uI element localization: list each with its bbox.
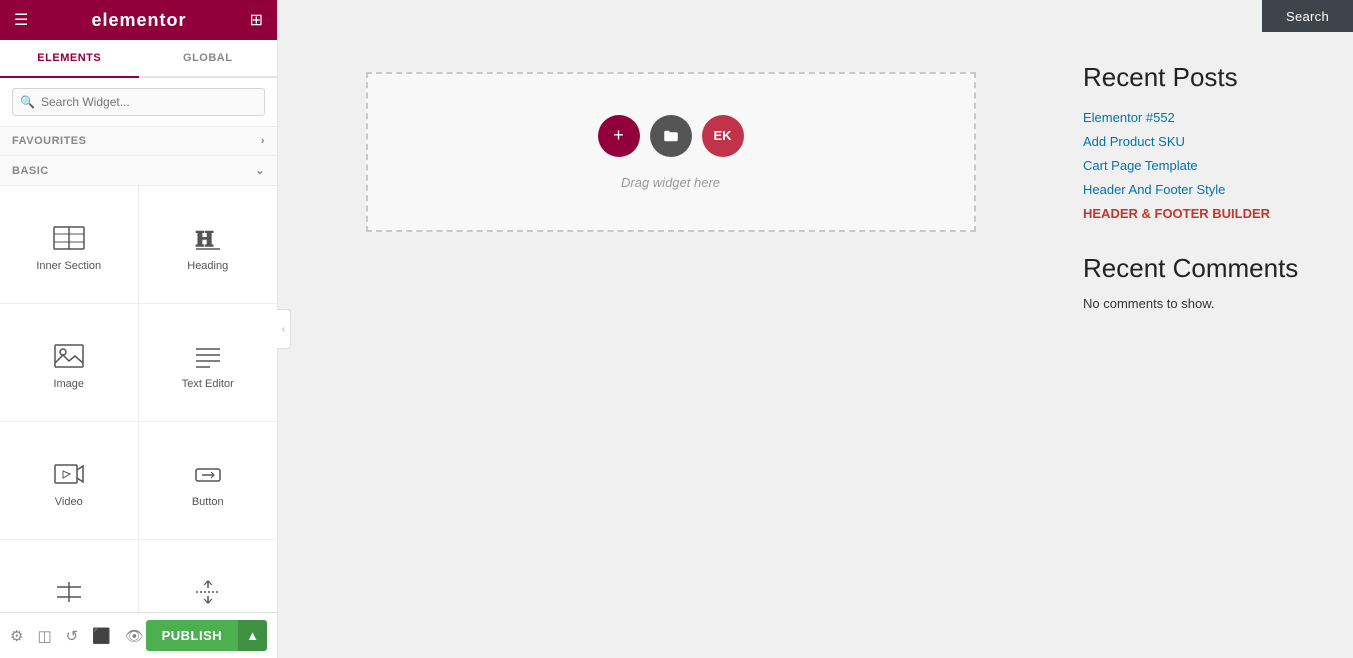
list-item: Cart Page Template (1083, 157, 1333, 175)
tab-elements[interactable]: ELEMENTS (0, 40, 139, 78)
widget-button[interactable]: Button (139, 422, 278, 540)
spacer-icon (190, 578, 226, 606)
recent-posts-list: Elementor #552 Add Product SKU Cart Page… (1083, 109, 1333, 223)
widgets-grid: Inner Section H Heading Image (0, 186, 277, 658)
recent-posts-title: Recent Posts (1083, 62, 1333, 93)
recent-comments-title: Recent Comments (1083, 253, 1333, 284)
inner-section-icon (51, 224, 87, 252)
list-item: Header And Footer Style (1083, 181, 1333, 199)
canvas-actions: + EK (598, 115, 744, 157)
link-header-footer-style[interactable]: Header And Footer Style (1083, 182, 1225, 197)
list-item: Elementor #552 (1083, 109, 1333, 127)
button-label: Button (192, 496, 224, 508)
top-search-bar: Search (278, 0, 1353, 32)
link-add-product-sku[interactable]: Add Product SKU (1083, 134, 1185, 149)
image-label: Image (53, 378, 84, 390)
link-elementor-552[interactable]: Elementor #552 (1083, 110, 1175, 125)
inner-section-label: Inner Section (36, 260, 101, 272)
video-icon (51, 460, 87, 488)
left-panel: ☰ elementor ⊞ ELEMENTS GLOBAL 🔍 FAVOURIT… (0, 0, 278, 658)
no-comments-text: No comments to show. (1083, 296, 1333, 311)
bottom-bar: ⚙ ◫ ↺ ⬛ 👁 PUBLISH ▲ (0, 612, 277, 658)
image-icon (51, 342, 87, 370)
svg-text:H: H (196, 226, 213, 251)
top-search-button[interactable]: Search (1262, 0, 1353, 32)
settings-icon[interactable]: ⚙ (10, 627, 23, 645)
list-item: HEADER & FOOTER BUILDER (1083, 205, 1333, 223)
layers-icon[interactable]: ◫ (37, 627, 51, 645)
video-label: Video (55, 496, 83, 508)
favourites-section[interactable]: FAVOURITES › (0, 127, 277, 156)
link-cart-page-template[interactable]: Cart Page Template (1083, 158, 1198, 173)
list-item: Add Product SKU (1083, 133, 1333, 151)
canvas: + EK Drag widget here (278, 32, 1063, 658)
widget-image[interactable]: Image (0, 304, 139, 422)
search-widget-input[interactable] (12, 88, 265, 116)
canvas-section: + EK Drag widget here (366, 72, 976, 232)
search-box: 🔍 (0, 78, 277, 127)
add-widget-button[interactable]: + (598, 115, 640, 157)
publish-group: PUBLISH ▲ (146, 620, 267, 651)
favourites-arrow: › (261, 135, 265, 147)
favourites-label: FAVOURITES (12, 135, 86, 147)
eye-icon[interactable]: 👁 (125, 627, 144, 645)
widget-text-editor[interactable]: Text Editor (139, 304, 278, 422)
history-icon[interactable]: ↺ (66, 627, 79, 645)
panel-header: ☰ elementor ⊞ (0, 0, 277, 40)
widget-video[interactable]: Video (0, 422, 139, 540)
elementor-logo: elementor (91, 10, 186, 31)
canvas-area: + EK Drag widget here Recent Posts Eleme… (278, 32, 1353, 658)
text-editor-label: Text Editor (182, 378, 234, 390)
basic-section[interactable]: BASIC ⌄ (0, 156, 277, 186)
widget-heading[interactable]: H Heading (139, 186, 278, 304)
basic-chevron: ⌄ (255, 164, 265, 177)
divider-icon (51, 578, 87, 606)
publish-button[interactable]: PUBLISH (146, 620, 239, 651)
link-header-footer-builder[interactable]: HEADER & FOOTER BUILDER (1083, 206, 1270, 221)
bottom-icons: ⚙ ◫ ↺ ⬛ 👁 (10, 627, 144, 645)
right-sidebar: Recent Posts Elementor #552 Add Product … (1063, 32, 1353, 658)
panel-tabs: ELEMENTS GLOBAL (0, 40, 277, 78)
button-icon (190, 460, 226, 488)
drag-hint: Drag widget here (621, 175, 720, 190)
grid-icon[interactable]: ⊞ (250, 10, 263, 30)
basic-label: BASIC (12, 165, 49, 177)
widget-inner-section[interactable]: Inner Section (0, 186, 139, 304)
ek-button[interactable]: EK (702, 115, 744, 157)
heading-label: Heading (187, 260, 228, 272)
responsive-icon[interactable]: ⬛ (92, 627, 111, 645)
hamburger-icon[interactable]: ☰ (14, 10, 28, 30)
main-content: Search + EK Drag widget here Recent P (278, 0, 1353, 658)
search-icon-inner: 🔍 (20, 95, 35, 109)
tab-global[interactable]: GLOBAL (139, 40, 278, 76)
folder-button[interactable] (650, 115, 692, 157)
heading-icon: H (190, 224, 226, 252)
publish-dropdown-button[interactable]: ▲ (238, 620, 267, 651)
collapse-handle[interactable]: ‹ (277, 309, 291, 349)
text-editor-icon (190, 342, 226, 370)
